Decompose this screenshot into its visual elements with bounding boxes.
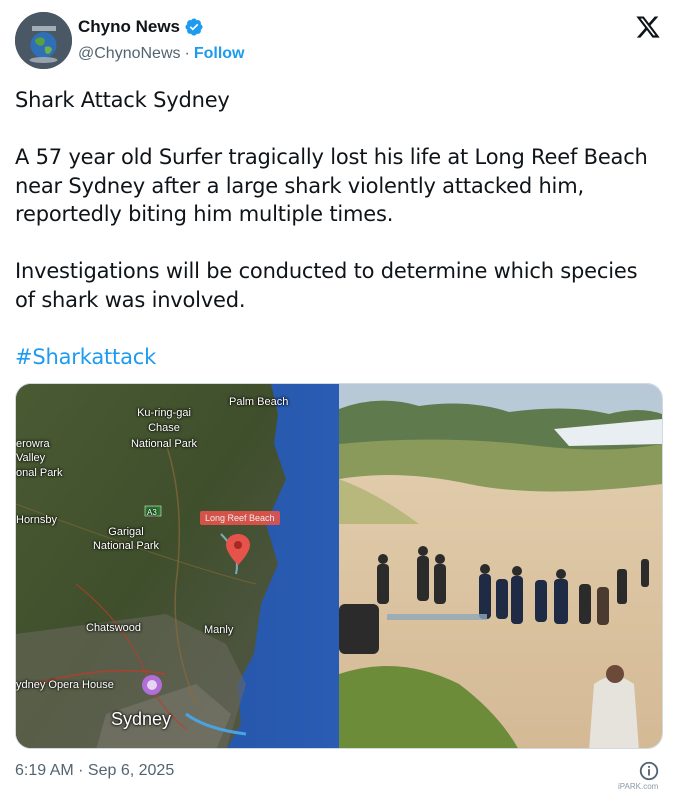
map-label-kuringgai: Ku-ring-gai [137,407,191,419]
map-label-opera-house: ydney Opera House [16,679,114,691]
handle-row: @ChynoNews · Follow [78,45,244,63]
opera-house-marker-icon [142,675,162,695]
map-label-manly: Manly [204,624,234,636]
author-name[interactable]: Chyno News [78,17,180,37]
map-label-chatswood: Chatswood [86,622,142,634]
tweet-title: Shark Attack Sydney [15,88,230,112]
avatar[interactable] [15,12,72,69]
tweet-paragraph-2: Investigations will be conducted to dete… [15,259,638,312]
map-label-valley: Valley [16,452,46,464]
watermark: iPARK.com [618,782,659,791]
map-label-berowra: erowra [16,438,50,450]
hashtag-link[interactable]: #Sharkattack [15,345,156,369]
x-logo-icon[interactable] [634,14,662,40]
map-image[interactable]: Palm Beach Ku-ring-gai Chase National Pa… [16,384,339,748]
author-name-row[interactable]: Chyno News [78,17,204,37]
beach-photo[interactable] [339,384,662,748]
verified-badge-icon [185,18,203,36]
info-icon[interactable] [638,760,660,782]
tweet-timestamp[interactable]: 6:19 AM · Sep 6, 2025 [15,762,174,780]
map-label-hornsby: Hornsby [16,514,57,526]
map-label-garigal-np: National Park [92,540,160,552]
map-label-onal-park: onal Park [16,467,63,479]
map-label-palm-beach: Palm Beach [229,396,289,408]
separator-dot: · [184,45,190,62]
tweet-text: Shark Attack Sydney A 57 year old Surfer… [15,86,660,371]
map-label-chase: Chase [148,422,180,434]
map-label-a3: A3 [147,508,157,517]
author-handle[interactable]: @ChynoNews [78,45,181,63]
tweet-paragraph-1: A 57 year old Surfer tragically lost his… [15,145,648,226]
tweet-card: Chyno News @ChynoNews · Follow Shark Att… [0,0,679,793]
globe-avatar-icon [15,12,72,69]
map-label-garigal: Garigal [108,526,144,538]
beach-scene-graphic [339,384,662,748]
map-label-sydney: Sydney [111,709,172,729]
follow-button[interactable]: Follow [194,45,245,63]
media-grid: Palm Beach Ku-ring-gai Chase National Pa… [15,383,663,749]
map-label-long-reef: Long Reef Beach [200,511,280,525]
map-label-chase-np: National Park [130,438,198,450]
